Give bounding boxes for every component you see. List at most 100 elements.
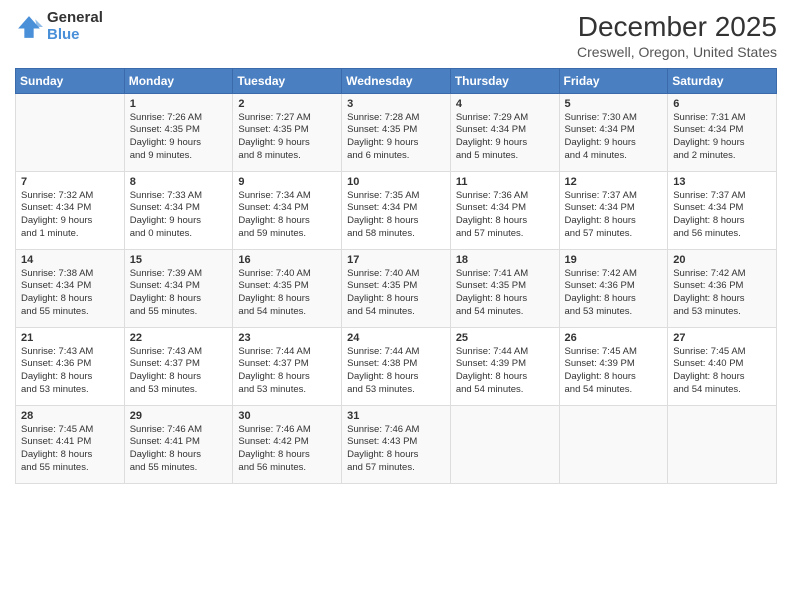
calendar-cell: 8 Sunrise: 7:33 AM Sunset: 4:34 PM Daylig… — [124, 171, 233, 249]
calendar-cell: 11 Sunrise: 7:36 AM Sunset: 4:34 PM Dayli… — [450, 171, 559, 249]
day-number: 31 — [347, 410, 445, 422]
day-info: Sunrise: 7:46 AM Sunset: 4:43 PM Dayligh… — [347, 424, 445, 475]
day-info: Sunrise: 7:32 AM Sunset: 4:34 PM Dayligh… — [21, 190, 119, 241]
calendar-cell: 1 Sunrise: 7:26 AM Sunset: 4:35 PM Daylig… — [124, 93, 233, 171]
calendar-cell: 28 Sunrise: 7:45 AM Sunset: 4:41 PM Dayli… — [16, 405, 125, 483]
day-info: Sunrise: 7:31 AM Sunset: 4:34 PM Dayligh… — [673, 112, 771, 163]
col-sunday: Sunday — [16, 68, 125, 93]
calendar-cell: 7Sunrise: 7:32 AM Sunset: 4:34 PM Daylig… — [16, 171, 125, 249]
calendar-week-4: 21 Sunrise: 7:43 AM Sunset: 4:36 PM Dayli… — [16, 327, 777, 405]
day-info: Sunrise: 7:44 AM Sunset: 4:37 PM Dayligh… — [238, 346, 336, 397]
calendar-week-2: 7Sunrise: 7:32 AM Sunset: 4:34 PM Daylig… — [16, 171, 777, 249]
calendar-cell: 18 Sunrise: 7:41 AM Sunset: 4:35 PM Dayli… — [450, 249, 559, 327]
calendar-cell: 3 Sunrise: 7:28 AM Sunset: 4:35 PM Daylig… — [342, 93, 451, 171]
day-info: Sunrise: 7:30 AM Sunset: 4:34 PM Dayligh… — [565, 112, 663, 163]
day-info: Sunrise: 7:27 AM Sunset: 4:35 PM Dayligh… — [238, 112, 336, 163]
day-info: Sunrise: 7:36 AM Sunset: 4:34 PM Dayligh… — [456, 190, 554, 241]
calendar-cell: 5 Sunrise: 7:30 AM Sunset: 4:34 PM Daylig… — [559, 93, 668, 171]
page-title: December 2025 — [577, 10, 777, 44]
page-container: General Blue December 2025 Creswell, Ore… — [0, 0, 792, 612]
day-info: Sunrise: 7:43 AM Sunset: 4:36 PM Dayligh… — [21, 346, 119, 397]
day-number: 3 — [347, 98, 445, 110]
day-info: Sunrise: 7:34 AM Sunset: 4:34 PM Dayligh… — [238, 190, 336, 241]
day-number: 27 — [673, 332, 771, 344]
calendar-body: 1 Sunrise: 7:26 AM Sunset: 4:35 PM Daylig… — [16, 93, 777, 483]
day-info: Sunrise: 7:44 AM Sunset: 4:39 PM Dayligh… — [456, 346, 554, 397]
day-number: 2 — [238, 98, 336, 110]
calendar-cell: 25 Sunrise: 7:44 AM Sunset: 4:39 PM Dayli… — [450, 327, 559, 405]
day-number: 17 — [347, 254, 445, 266]
col-monday: Monday — [124, 68, 233, 93]
logo-blue: Blue — [47, 27, 103, 44]
day-number: 25 — [456, 332, 554, 344]
col-wednesday: Wednesday — [342, 68, 451, 93]
calendar-cell: 9 Sunrise: 7:34 AM Sunset: 4:34 PM Daylig… — [233, 171, 342, 249]
day-info: Sunrise: 7:33 AM Sunset: 4:34 PM Dayligh… — [130, 190, 228, 241]
calendar-cell: 10 Sunrise: 7:35 AM Sunset: 4:34 PM Dayli… — [342, 171, 451, 249]
day-number: 19 — [565, 254, 663, 266]
day-number: 12 — [565, 176, 663, 188]
calendar-week-3: 14 Sunrise: 7:38 AM Sunset: 4:34 PM Dayli… — [16, 249, 777, 327]
day-info: Sunrise: 7:45 AM Sunset: 4:39 PM Dayligh… — [565, 346, 663, 397]
calendar-cell: 31 Sunrise: 7:46 AM Sunset: 4:43 PM Dayli… — [342, 405, 451, 483]
day-number: 22 — [130, 332, 228, 344]
col-thursday: Thursday — [450, 68, 559, 93]
day-number: 24 — [347, 332, 445, 344]
calendar-cell: 4Sunrise: 7:29 AM Sunset: 4:34 PM Daylig… — [450, 93, 559, 171]
day-number: 8 — [130, 176, 228, 188]
day-info: Sunrise: 7:42 AM Sunset: 4:36 PM Dayligh… — [673, 268, 771, 319]
day-info: Sunrise: 7:43 AM Sunset: 4:37 PM Dayligh… — [130, 346, 228, 397]
day-info: Sunrise: 7:40 AM Sunset: 4:35 PM Dayligh… — [238, 268, 336, 319]
calendar-cell: 19 Sunrise: 7:42 AM Sunset: 4:36 PM Dayli… — [559, 249, 668, 327]
calendar-cell: 29Sunrise: 7:46 AM Sunset: 4:41 PM Dayli… — [124, 405, 233, 483]
day-info: Sunrise: 7:35 AM Sunset: 4:34 PM Dayligh… — [347, 190, 445, 241]
col-friday: Friday — [559, 68, 668, 93]
day-info: Sunrise: 7:42 AM Sunset: 4:36 PM Dayligh… — [565, 268, 663, 319]
day-number: 29 — [130, 410, 228, 422]
calendar-cell — [16, 93, 125, 171]
logo-text: General Blue — [47, 10, 103, 43]
calendar-cell — [668, 405, 777, 483]
calendar-cell — [450, 405, 559, 483]
calendar-cell: 30Sunrise: 7:46 AM Sunset: 4:42 PM Dayli… — [233, 405, 342, 483]
day-info: Sunrise: 7:46 AM Sunset: 4:42 PM Dayligh… — [238, 424, 336, 475]
calendar-cell: 24 Sunrise: 7:44 AM Sunset: 4:38 PM Dayli… — [342, 327, 451, 405]
calendar-week-1: 1 Sunrise: 7:26 AM Sunset: 4:35 PM Daylig… — [16, 93, 777, 171]
logo-general: General — [47, 10, 103, 27]
calendar-cell: 22 Sunrise: 7:43 AM Sunset: 4:37 PM Dayli… — [124, 327, 233, 405]
day-number: 21 — [21, 332, 119, 344]
day-number: 13 — [673, 176, 771, 188]
day-info: Sunrise: 7:40 AM Sunset: 4:35 PM Dayligh… — [347, 268, 445, 319]
day-number: 20 — [673, 254, 771, 266]
day-info: Sunrise: 7:41 AM Sunset: 4:35 PM Dayligh… — [456, 268, 554, 319]
calendar-cell: 26 Sunrise: 7:45 AM Sunset: 4:39 PM Dayli… — [559, 327, 668, 405]
day-info: Sunrise: 7:38 AM Sunset: 4:34 PM Dayligh… — [21, 268, 119, 319]
calendar-table: Sunday Monday Tuesday Wednesday Thursday… — [15, 68, 777, 484]
header: General Blue December 2025 Creswell, Ore… — [15, 10, 777, 60]
day-number: 11 — [456, 176, 554, 188]
day-number: 1 — [130, 98, 228, 110]
day-info: Sunrise: 7:45 AM Sunset: 4:41 PM Dayligh… — [21, 424, 119, 475]
logo-icon — [15, 13, 43, 41]
calendar-cell: 27Sunrise: 7:45 AM Sunset: 4:40 PM Dayli… — [668, 327, 777, 405]
day-info: Sunrise: 7:28 AM Sunset: 4:35 PM Dayligh… — [347, 112, 445, 163]
calendar-cell: 13 Sunrise: 7:37 AM Sunset: 4:34 PM Dayli… — [668, 171, 777, 249]
day-number: 9 — [238, 176, 336, 188]
day-number: 18 — [456, 254, 554, 266]
day-number: 26 — [565, 332, 663, 344]
calendar-cell: 17 Sunrise: 7:40 AM Sunset: 4:35 PM Dayli… — [342, 249, 451, 327]
calendar-cell: 23Sunrise: 7:44 AM Sunset: 4:37 PM Dayli… — [233, 327, 342, 405]
day-info: Sunrise: 7:39 AM Sunset: 4:34 PM Dayligh… — [130, 268, 228, 319]
day-number: 14 — [21, 254, 119, 266]
day-info: Sunrise: 7:37 AM Sunset: 4:34 PM Dayligh… — [673, 190, 771, 241]
day-info: Sunrise: 7:29 AM Sunset: 4:34 PM Dayligh… — [456, 112, 554, 163]
day-number: 5 — [565, 98, 663, 110]
day-number: 28 — [21, 410, 119, 422]
calendar-cell: 12Sunrise: 7:37 AM Sunset: 4:34 PM Dayli… — [559, 171, 668, 249]
calendar-cell: 2 Sunrise: 7:27 AM Sunset: 4:35 PM Daylig… — [233, 93, 342, 171]
day-number: 10 — [347, 176, 445, 188]
day-info: Sunrise: 7:44 AM Sunset: 4:38 PM Dayligh… — [347, 346, 445, 397]
day-number: 6 — [673, 98, 771, 110]
calendar-cell: 14 Sunrise: 7:38 AM Sunset: 4:34 PM Dayli… — [16, 249, 125, 327]
day-info: Sunrise: 7:26 AM Sunset: 4:35 PM Dayligh… — [130, 112, 228, 163]
